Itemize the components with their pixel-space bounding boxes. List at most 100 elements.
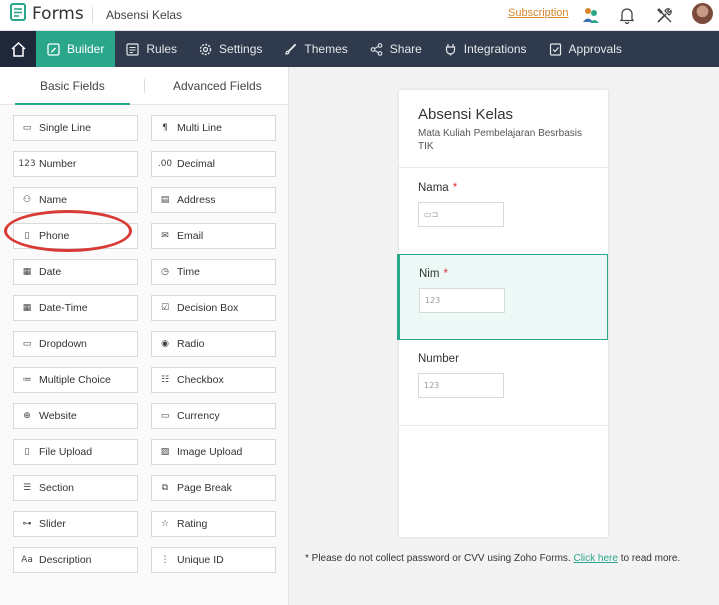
team-icon[interactable]	[580, 4, 602, 26]
slider-icon: ⊶	[22, 519, 32, 529]
field-button-label: Unique ID	[177, 554, 224, 566]
field-button-label: Page Break	[177, 482, 232, 494]
nav-integrations[interactable]: Integrations	[433, 31, 538, 67]
field-button-label: Single Line	[39, 122, 91, 134]
field-button-label: Time	[177, 266, 200, 278]
field-button-multiple-choice[interactable]: ≔ Multiple Choice	[13, 367, 138, 393]
unique-id-icon: ⋮	[160, 555, 170, 565]
field-button-decimal[interactable]: .00 Decimal	[151, 151, 276, 177]
nav-approvals-label: Approvals	[568, 42, 622, 56]
currency-icon: ▭	[160, 411, 170, 421]
field-button-label: Address	[177, 194, 216, 206]
field-button-number[interactable]: 123 Number	[13, 151, 138, 177]
security-footnote: * Please do not collect password or CVV …	[305, 553, 680, 564]
decimal-icon: .00	[157, 159, 173, 169]
home-button[interactable]	[0, 31, 36, 67]
tab-advanced-fields[interactable]: Advanced Fields	[173, 79, 262, 93]
number-input[interactable]: 123	[418, 373, 504, 398]
field-button-single-line[interactable]: ▭ Single Line	[13, 115, 138, 141]
multi-line-icon: ¶	[162, 123, 168, 133]
field-button-date-time[interactable]: ▦ Date-Time	[13, 295, 138, 321]
required-mark: *	[452, 182, 458, 194]
footnote-text: * Please do not collect password or CVV …	[305, 553, 571, 564]
field-button-file-upload[interactable]: ▯ File Upload	[13, 439, 138, 465]
field-button-label: Multi Line	[177, 122, 222, 134]
field-button-dropdown[interactable]: ▭ Dropdown	[13, 331, 138, 357]
active-tab-indicator	[15, 103, 130, 105]
nav-settings-label: Settings	[219, 42, 263, 56]
field-button-email[interactable]: ✉ Email	[151, 223, 276, 249]
palette-tabs: Basic Fields Advanced Fields	[0, 67, 288, 105]
field-button-page-break[interactable]: ⧉ Page Break	[151, 475, 276, 501]
form-field-number[interactable]: Number 123	[399, 340, 608, 426]
checkbox-icon: ☑	[160, 303, 170, 313]
number-icon: 123	[18, 159, 36, 169]
field-button-date[interactable]: ▦ Date	[13, 259, 138, 285]
brush-icon	[285, 43, 297, 55]
field-button-label: Website	[39, 410, 77, 422]
nav-share[interactable]: Share	[359, 31, 433, 67]
field-button-name[interactable]: ⚇ Name	[13, 187, 138, 213]
field-button-label: Description	[39, 554, 92, 566]
tab-basic-fields[interactable]: Basic Fields	[40, 79, 105, 93]
field-button-label: Slider	[39, 518, 66, 530]
field-button-label: Section	[39, 482, 75, 494]
field-button-multi-line[interactable]: ¶ Multi Line	[151, 115, 276, 141]
app-logo[interactable]: Forms	[10, 2, 84, 26]
nav-themes[interactable]: Themes	[273, 31, 358, 67]
multiple-choice-icon: ≔	[22, 375, 32, 385]
field-label-text: Nim	[419, 268, 440, 280]
main-nav: Builder Rules Settings Themes Share Inte…	[0, 31, 719, 67]
field-button-decision-box[interactable]: ☑ Decision Box	[151, 295, 276, 321]
bell-icon[interactable]	[616, 4, 638, 26]
gear-icon	[199, 43, 212, 55]
field-label-text: Number	[418, 353, 459, 365]
globe-icon: ⊕	[23, 411, 31, 421]
clock-icon: ◷	[161, 267, 169, 277]
nav-settings[interactable]: Settings	[188, 31, 273, 67]
address-icon: ▤	[160, 195, 170, 205]
field-button-address[interactable]: ▤ Address	[151, 187, 276, 213]
checklist-icon: ☷	[160, 375, 170, 385]
field-button-label: Email	[177, 230, 204, 242]
field-button-label: Image Upload	[177, 446, 243, 458]
field-button-checkbox[interactable]: ☷ Checkbox	[151, 367, 276, 393]
field-button-label: Rating	[177, 518, 208, 530]
forms-logo-icon	[10, 2, 26, 26]
field-button-website[interactable]: ⊕ Website	[13, 403, 138, 429]
header-divider	[92, 7, 93, 23]
number-input[interactable]: 123	[419, 288, 505, 313]
form-name: Absensi Kelas	[106, 8, 183, 22]
nav-approvals[interactable]: Approvals	[538, 31, 633, 67]
tools-icon[interactable]	[653, 4, 675, 26]
tab-separator	[144, 79, 145, 93]
field-button-image-upload[interactable]: ▨ Image Upload	[151, 439, 276, 465]
form-header[interactable]: Absensi Kelas Mata Kuliah Pembelajaran B…	[399, 90, 608, 168]
form-field-nama[interactable]: Nama * ▭⊐	[399, 169, 608, 255]
plug-icon	[445, 43, 455, 55]
file-icon: ▯	[24, 447, 30, 457]
field-button-radio[interactable]: ◉ Radio	[151, 331, 276, 357]
single-line-input[interactable]: ▭⊐	[418, 202, 504, 227]
field-button-currency[interactable]: ▭ Currency	[151, 403, 276, 429]
nav-rules[interactable]: Rules	[115, 31, 188, 67]
form-field-nim[interactable]: Nim * 123	[397, 254, 608, 340]
date-time-icon: ▦	[22, 303, 32, 313]
field-button-slider[interactable]: ⊶ Slider	[13, 511, 138, 537]
field-button-label: Decimal	[177, 158, 215, 170]
top-bar: Forms Absensi Kelas Subscription	[0, 0, 719, 31]
field-button-time[interactable]: ◷ Time	[151, 259, 276, 285]
field-palette: Basic Fields Advanced Fields ▭ Single Lin…	[0, 67, 289, 605]
field-button-label: File Upload	[39, 446, 93, 458]
nav-builder[interactable]: Builder	[36, 31, 116, 67]
app-title: Forms	[32, 4, 84, 24]
field-button-rating[interactable]: ☆ Rating	[151, 511, 276, 537]
builder-icon	[47, 42, 60, 56]
field-button-unique-id[interactable]: ⋮ Unique ID	[151, 547, 276, 573]
subscription-link[interactable]: Subscription	[508, 7, 569, 19]
field-button-description[interactable]: Aa Description	[13, 547, 138, 573]
field-button-section[interactable]: ☰ Section	[13, 475, 138, 501]
user-avatar[interactable]	[692, 3, 713, 24]
form-description: Mata Kuliah Pembelajaran Besrbasis TIK	[418, 128, 582, 152]
read-more-link[interactable]: Click here	[573, 553, 617, 564]
